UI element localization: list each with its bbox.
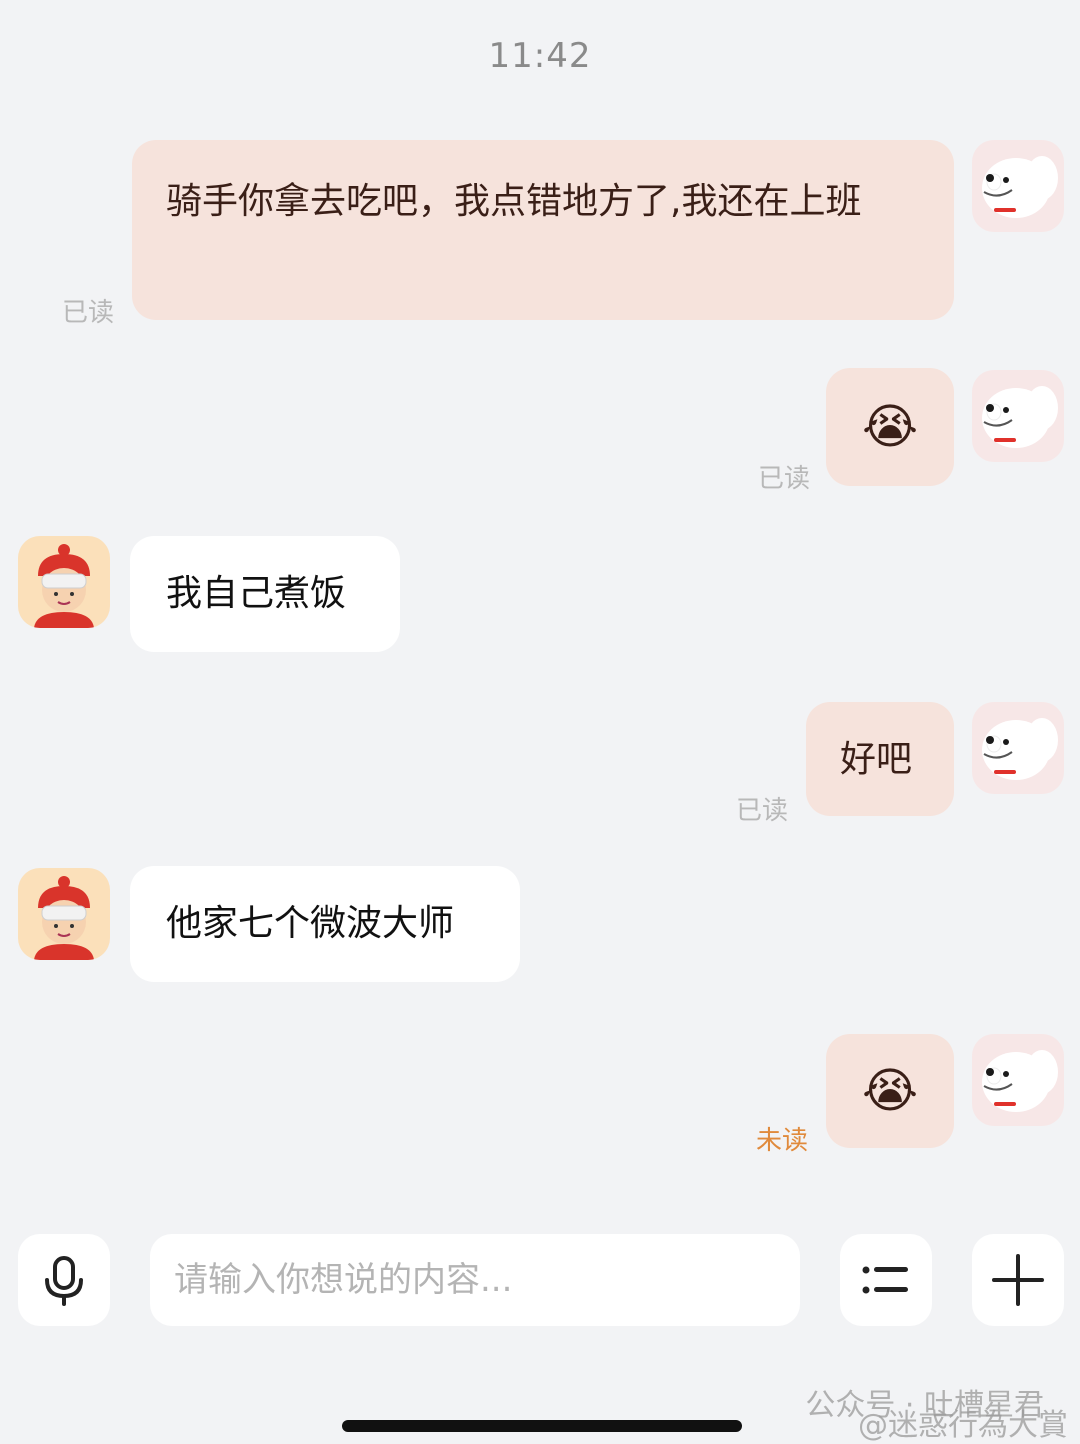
plus-icon xyxy=(992,1254,1044,1306)
dog-mascot-icon xyxy=(982,718,1058,780)
more-options-button[interactable] xyxy=(972,1234,1064,1326)
rider-character-icon xyxy=(34,544,94,628)
message-text: 好吧 xyxy=(840,739,913,780)
message-bubble-sent[interactable]: 😭 xyxy=(826,368,954,486)
user-avatar[interactable] xyxy=(972,370,1064,462)
message-text: 我自己煮饭 xyxy=(166,573,347,614)
list-icon xyxy=(862,1266,908,1294)
voice-input-button[interactable] xyxy=(18,1234,110,1326)
home-indicator xyxy=(342,1420,742,1432)
message-text: 骑手你拿去吃吧，我点错地方了,我还在上班 xyxy=(166,181,862,222)
microphone-icon xyxy=(45,1256,83,1306)
user-avatar[interactable] xyxy=(972,702,1064,794)
message-text: 他家七个微波大师 xyxy=(166,903,455,944)
dog-mascot-icon xyxy=(982,156,1058,218)
message-bubble-received[interactable]: 他家七个微波大师 xyxy=(130,866,520,982)
crying-face-emoji: 😭 xyxy=(861,399,919,455)
message-bubble-sent[interactable]: 😭 xyxy=(826,1034,954,1148)
read-status: 已读 xyxy=(758,464,811,494)
dog-mascot-icon xyxy=(982,386,1058,448)
message-bubble-received[interactable]: 我自己煮饭 xyxy=(130,536,400,652)
read-status: 已读 xyxy=(736,796,789,826)
message-timestamp: 11:42 xyxy=(488,36,592,76)
watermark-text: @迷惑行為大賞 xyxy=(858,1408,1068,1443)
read-status: 已读 xyxy=(62,298,115,328)
rider-avatar[interactable] xyxy=(18,536,110,628)
message-bubble-sent[interactable]: 好吧 xyxy=(806,702,954,816)
message-input[interactable]: 请输入你想说的内容... xyxy=(150,1234,800,1326)
unread-status: 未读 xyxy=(756,1126,809,1156)
message-bubble-sent[interactable]: 骑手你拿去吃吧，我点错地方了,我还在上班 xyxy=(132,140,954,320)
rider-character-icon xyxy=(34,876,94,960)
user-avatar[interactable] xyxy=(972,1034,1064,1126)
user-avatar[interactable] xyxy=(972,140,1064,232)
rider-avatar[interactable] xyxy=(18,868,110,960)
quick-menu-button[interactable] xyxy=(840,1234,932,1326)
dog-mascot-icon xyxy=(982,1050,1058,1112)
crying-face-emoji: 😭 xyxy=(861,1063,919,1119)
